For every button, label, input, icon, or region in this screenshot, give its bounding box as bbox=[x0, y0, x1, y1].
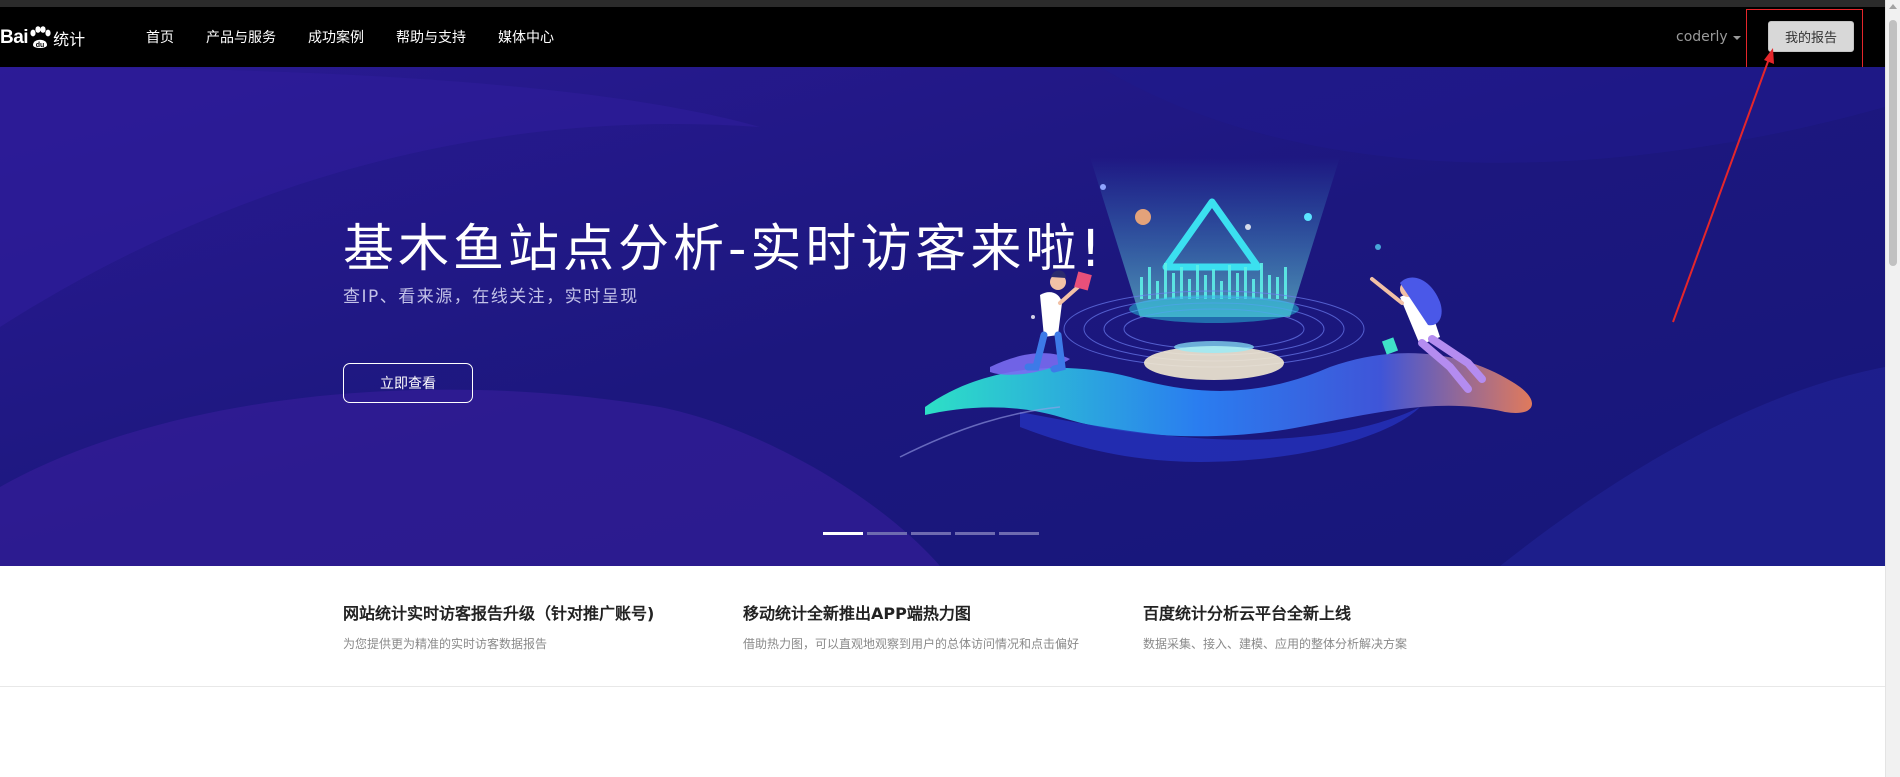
news-item: 百度统计分析云平台全新上线 数据采集、接入、建模、应用的整体分析解决方案 bbox=[1143, 600, 1523, 652]
baidu-tongji-logo[interactable]: Bai du 统计 bbox=[0, 21, 85, 55]
svg-text:du: du bbox=[36, 42, 45, 49]
user-menu[interactable]: coderly bbox=[1676, 7, 1741, 67]
annotation-highlight-box bbox=[1746, 9, 1863, 68]
news-item: 移动统计全新推出APP端热力图 借助热力图，可以直观地观察到用户的总体访问情况和… bbox=[743, 600, 1123, 652]
hero-background-illustration bbox=[0, 67, 1885, 566]
main-nav: 首页 产品与服务 成功案例 帮助与支持 媒体中心 bbox=[146, 7, 586, 67]
browser-top-strip bbox=[0, 0, 1885, 7]
news-title[interactable]: 百度统计分析云平台全新上线 bbox=[1143, 600, 1523, 624]
vertical-scrollbar[interactable] bbox=[1885, 0, 1900, 777]
news-title[interactable]: 网站统计实时访客报告升级（针对推广账号) bbox=[343, 600, 723, 624]
nav-item-help[interactable]: 帮助与支持 bbox=[396, 27, 466, 47]
news-description: 借助热力图，可以直观地观察到用户的总体访问情况和点击偏好 bbox=[743, 637, 1080, 651]
page: Bai du 统计 首页 产品与服务 成功案例 帮助与支持 媒体中心 coder… bbox=[0, 0, 1900, 777]
nav-item-cases[interactable]: 成功案例 bbox=[308, 27, 364, 47]
hero-title: 基木鱼站点分析-实时访客来啦! bbox=[343, 220, 1105, 279]
hero-subtitle: 查IP、看来源，在线关注，实时呈现 bbox=[343, 287, 639, 307]
carousel-dot-2[interactable] bbox=[867, 532, 907, 535]
view-now-button[interactable]: 立即查看 bbox=[343, 363, 473, 403]
paw-icon: du bbox=[30, 26, 51, 49]
carousel-indicators bbox=[823, 532, 1043, 535]
chevron-down-icon bbox=[1732, 36, 1741, 40]
nav-item-media[interactable]: 媒体中心 bbox=[498, 27, 554, 47]
nav-item-products[interactable]: 产品与服务 bbox=[206, 27, 276, 47]
top-navbar: Bai du 统计 首页 产品与服务 成功案例 帮助与支持 媒体中心 coder… bbox=[0, 7, 1885, 67]
username: coderly bbox=[1676, 29, 1728, 45]
logo-text-bai: Bai bbox=[0, 27, 29, 48]
news-description: 为您提供更为精准的实时访客数据报告 bbox=[343, 637, 548, 651]
carousel-dot-5[interactable] bbox=[999, 532, 1039, 535]
hero-banner: 基木鱼站点分析-实时访客来啦! 查IP、看来源，在线关注，实时呈现 立即查看 bbox=[0, 67, 1885, 566]
news-description: 数据采集、接入、建模、应用的整体分析解决方案 bbox=[1143, 637, 1408, 651]
news-title[interactable]: 移动统计全新推出APP端热力图 bbox=[743, 600, 1123, 624]
scroll-up-arrow-icon[interactable] bbox=[1889, 4, 1897, 9]
carousel-dot-4[interactable] bbox=[955, 532, 995, 535]
scrollbar-thumb[interactable] bbox=[1889, 20, 1897, 266]
logo-text-tongji: 统计 bbox=[53, 30, 86, 49]
news-section: 网站统计实时访客报告升级（针对推广账号) 为您提供更为精准的实时访客数据报告 移… bbox=[0, 566, 1885, 687]
carousel-dot-1[interactable] bbox=[823, 532, 863, 535]
carousel-dot-3[interactable] bbox=[911, 532, 951, 535]
news-item: 网站统计实时访客报告升级（针对推广账号) 为您提供更为精准的实时访客数据报告 bbox=[343, 600, 723, 652]
nav-item-home[interactable]: 首页 bbox=[146, 27, 174, 47]
